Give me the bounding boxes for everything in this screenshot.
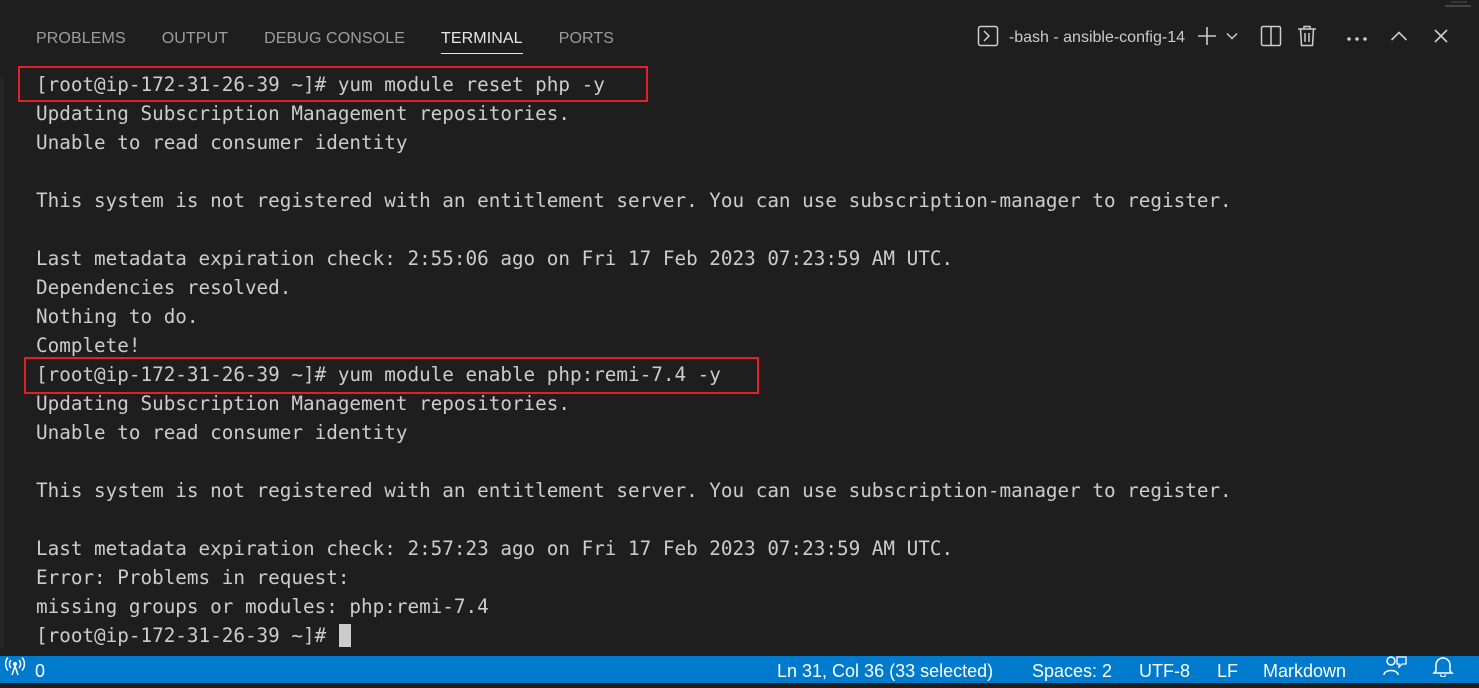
terminal-line: Dependencies resolved. [36,276,292,299]
trash-icon [1297,25,1317,52]
broadcast-icon [4,655,26,685]
tab-terminal[interactable]: TERMINAL [423,24,541,54]
terminal-line: This system is not registered with an en… [36,189,1232,212]
more-actions-button[interactable] [1339,23,1375,53]
terminal-dropdown-button[interactable] [1221,23,1243,53]
tab-problems-label: PROBLEMS [36,30,126,47]
terminal-line: Complete! [36,334,141,357]
tab-problems[interactable]: PROBLEMS [18,24,144,54]
close-panel-button[interactable] [1423,23,1459,53]
split-editor-icon [1260,25,1282,52]
notifications-button[interactable] [1432,656,1454,683]
ports-status-item[interactable]: 0 [4,656,45,683]
close-icon [1433,28,1449,49]
plus-icon [1197,26,1217,51]
terminal-icon [977,25,999,52]
terminal-line: Last metadata expiration check: 2:57:23 … [36,537,954,560]
terminal-line: Error: Problems in request: [36,566,350,589]
tab-debug-console-label: DEBUG CONSOLE [264,30,405,47]
terminal-name: -bash - ansible-config-14 [1008,29,1185,46]
feedback-icon [1383,655,1407,686]
kill-terminal-button[interactable] [1289,23,1325,53]
terminal-line: Unable to read consumer identity [36,131,408,154]
bell-icon [1432,655,1454,686]
panel-header: PROBLEMS OUTPUT DEBUG CONSOLE TERMINAL P… [0,0,1479,72]
chevron-up-icon [1390,29,1408,47]
tab-output-label: OUTPUT [161,30,229,47]
tab-ports-label: PORTS [558,30,615,47]
terminal-selector[interactable]: -bash - ansible-config-14 [977,25,1185,52]
terminal-cursor [338,624,351,647]
terminal-line: This system is not registered with an en… [36,479,1232,502]
terminal-line: Last metadata expiration check: 2:55:06 … [36,247,954,270]
maximize-panel-button[interactable] [1381,23,1417,53]
window-edge-decoration [1445,1,1471,7]
feedback-button[interactable] [1383,656,1407,683]
ports-count: 0 [35,661,46,681]
terminal-line: [root@ip-172-31-26-39 ~]# yum module ena… [36,363,721,386]
terminal-line: missing groups or modules: php:remi-7.4 [36,595,489,618]
panel-actions: -bash - ansible-config-14 [977,20,1459,56]
language-mode-item[interactable]: Markdown [1263,656,1346,683]
terminal-line: Unable to read consumer identity [36,421,408,444]
terminal-line: [root@ip-172-31-26-39 ~]# yum module res… [36,73,605,96]
indentation-item[interactable]: Spaces: 2 [1032,656,1112,683]
new-terminal-button[interactable] [1193,23,1221,53]
tab-output[interactable]: OUTPUT [144,24,246,54]
terminal-line: Nothing to do. [36,305,199,328]
tab-debug-console[interactable]: DEBUG CONSOLE [246,24,423,54]
terminal-line: Updating Subscription Management reposit… [36,392,570,415]
encoding-item[interactable]: UTF-8 [1139,656,1190,683]
cursor-position-item[interactable]: Ln 31, Col 36 (33 selected) [777,656,993,683]
status-bar: 0 Ln 31, Col 36 (33 selected) Spaces: 2 … [0,656,1479,683]
split-terminal-button[interactable] [1253,23,1289,53]
eol-item[interactable]: LF [1217,656,1238,683]
terminal-prompt-line: [root@ip-172-31-26-39 ~]# [36,621,351,650]
terminal-prompt: [root@ip-172-31-26-39 ~]# [36,624,338,647]
terminal-output[interactable]: [root@ip-172-31-26-39 ~]# yum module res… [36,70,1456,650]
panel-tabs: PROBLEMS OUTPUT DEBUG CONSOLE TERMINAL P… [18,24,632,58]
tab-terminal-label: TERMINAL [440,30,523,54]
ellipsis-icon [1346,29,1368,47]
panel-left-edge [0,78,4,648]
terminal-line: Updating Subscription Management reposit… [36,102,570,125]
chevron-down-icon [1225,29,1239,48]
tab-ports[interactable]: PORTS [541,24,632,54]
